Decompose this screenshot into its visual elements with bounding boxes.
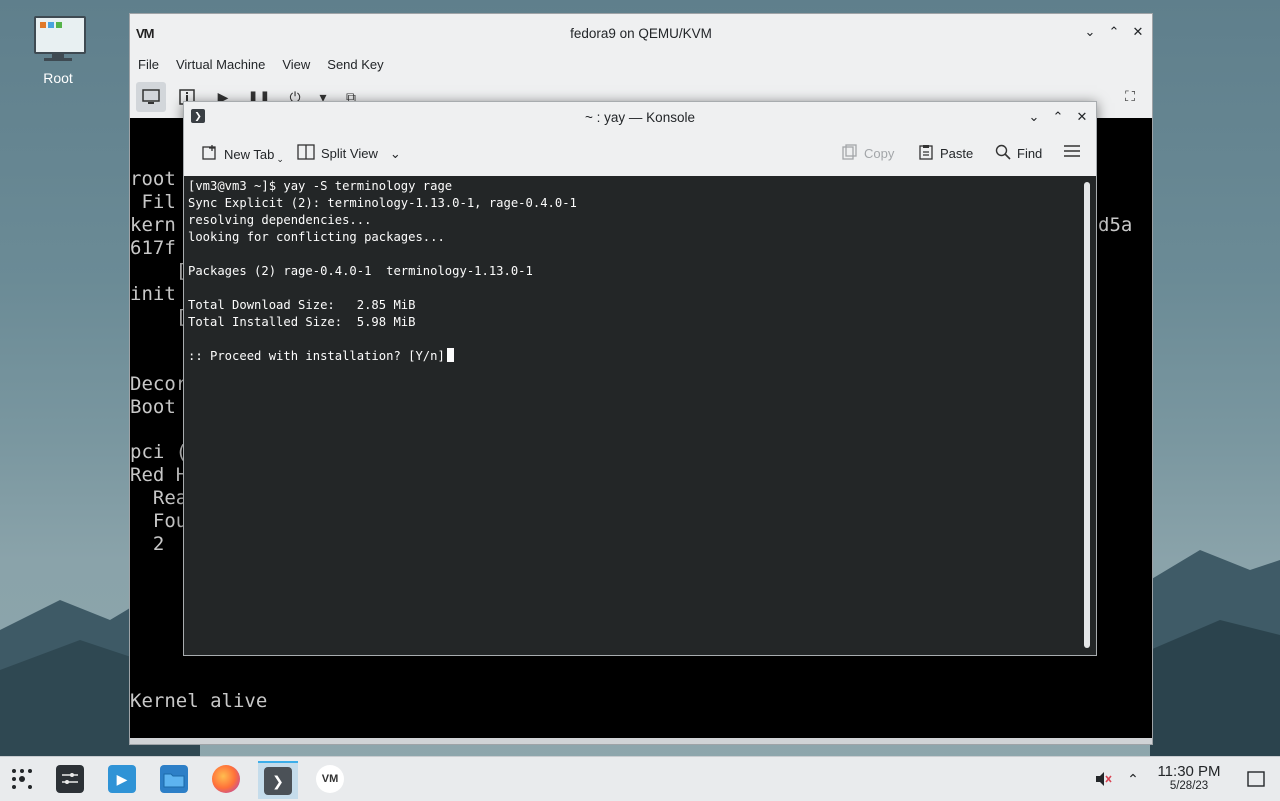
console-line: kern <box>130 214 176 236</box>
menu-view[interactable]: View <box>282 57 310 72</box>
console-view-icon[interactable] <box>136 82 166 112</box>
console-line: pci ( <box>130 441 188 463</box>
close-icon[interactable]: ✕ <box>1074 109 1090 125</box>
terminal-line: looking for conflicting packages... <box>188 230 445 244</box>
find-button[interactable]: Find <box>995 144 1042 163</box>
split-view-button[interactable]: Split View ⌄ <box>297 144 401 163</box>
system-tray-expand[interactable]: ⌃ <box>1118 761 1148 797</box>
menu-virtual-machine[interactable]: Virtual Machine <box>176 57 265 72</box>
taskbar-virt-manager[interactable]: VM <box>310 761 350 797</box>
konsole-app-icon: ❯ <box>191 109 205 123</box>
terminal-prompt-text: :: Proceed with installation? [Y/n] <box>188 349 445 363</box>
vm-menubar: File Virtual Machine View Send Key <box>130 52 1152 76</box>
console-line: 2 <box>130 533 165 555</box>
console-line: root <box>130 168 176 190</box>
speaker-muted-icon <box>1096 772 1112 786</box>
vm-logo-icon: VM <box>136 26 154 41</box>
computer-icon <box>32 14 86 62</box>
console-line: [ <box>130 260 188 282</box>
copy-label: Copy <box>864 146 895 161</box>
desktop-icon-root[interactable]: Root <box>22 14 94 86</box>
volume-button[interactable] <box>1085 761 1121 797</box>
console-line: Red H <box>130 464 188 486</box>
firefox-icon <box>212 765 240 793</box>
find-label: Find <box>1017 146 1043 161</box>
vm-window-title: fedora9 on QEMU/KVM <box>570 25 712 41</box>
app-launcher-button[interactable] <box>2 761 42 797</box>
virt-manager-icon: VM <box>316 765 344 793</box>
taskbar-firefox[interactable] <box>206 761 246 797</box>
console-line: Decor <box>130 373 188 395</box>
console-line: Fil <box>130 191 176 213</box>
console-line: [ <box>130 306 188 328</box>
terminal-line: [vm3@vm3 ~]$ yay -S terminology rage <box>188 179 453 193</box>
clock-time: 11:30 PM <box>1157 763 1221 780</box>
taskbar-file-manager[interactable] <box>154 761 194 797</box>
konsole-window[interactable]: ❯ ~ : yay — Konsole ⌄ ⌃ ✕ New Tab ⌄ Spli… <box>183 101 1097 656</box>
konsole-icon: ❯ <box>264 767 292 795</box>
show-desktop-icon <box>1247 771 1265 787</box>
konsole-titlebar[interactable]: ❯ ~ : yay — Konsole ⌄ ⌃ ✕ <box>184 102 1096 132</box>
terminal-area[interactable]: [vm3@vm3 ~]$ yay -S terminology rage Syn… <box>184 176 1084 654</box>
app-launcher-icon <box>12 769 32 789</box>
discover-store-icon: ▶ <box>108 765 136 793</box>
clock-date: 5/28/23 <box>1169 780 1209 792</box>
new-tab-label: New Tab <box>224 147 275 162</box>
terminal-line: Total Installed Size: 5.98 MiB <box>188 315 416 329</box>
console-line: Fou <box>130 510 188 532</box>
terminal-line: resolving dependencies... <box>188 213 372 227</box>
menu-send-key[interactable]: Send Key <box>327 57 383 72</box>
show-desktop-button[interactable] <box>1238 761 1274 797</box>
copy-button[interactable]: Copy <box>842 144 894 163</box>
system-settings-icon <box>56 765 84 793</box>
menu-file[interactable]: File <box>138 57 159 72</box>
paste-icon <box>918 144 934 163</box>
console-line: Boot <box>130 396 176 418</box>
vm-statusbar <box>130 738 1152 744</box>
search-icon <box>995 144 1011 163</box>
terminal-prompt-line: :: Proceed with installation? [Y/n] <box>188 348 454 365</box>
console-line: 617f <box>130 237 176 259</box>
konsole-title: ~ : yay — Konsole <box>585 109 695 125</box>
maximize-icon[interactable]: ⌃ <box>1050 109 1066 125</box>
maximize-icon[interactable]: ⌃ <box>1106 24 1122 40</box>
chevron-down-icon[interactable]: ⌄ <box>390 146 401 162</box>
folder-icon <box>160 765 188 793</box>
copy-icon <box>842 144 858 163</box>
vm-titlebar[interactable]: VM fedora9 on QEMU/KVM ⌄ ⌃ ✕ <box>130 14 1152 52</box>
taskbar-discover[interactable]: ▶ <box>102 761 142 797</box>
console-line-right: d5a <box>1098 214 1133 236</box>
terminal-line: Total Download Size: 2.85 MiB <box>188 298 416 312</box>
hamburger-menu-icon[interactable] <box>1063 144 1081 158</box>
terminal-line: Sync Explicit (2): terminology-1.13.0-1,… <box>188 196 577 210</box>
paste-label: Paste <box>940 146 974 161</box>
new-tab-button[interactable]: New Tab ⌄ <box>202 144 284 165</box>
paste-button[interactable]: Paste <box>918 144 973 163</box>
new-tab-icon <box>202 145 218 164</box>
taskbar: ▶ ❯ VM ⌃ 11:30 PM 5/28/23 <box>0 756 1280 801</box>
konsole-toolbar: New Tab ⌄ Split View ⌄ Copy Paste Find <box>184 132 1096 176</box>
terminal-cursor <box>446 348 454 362</box>
split-view-icon <box>297 144 315 163</box>
minimize-icon[interactable]: ⌄ <box>1026 109 1042 125</box>
taskbar-konsole[interactable]: ❯ <box>258 761 298 799</box>
console-line: init <box>130 283 176 305</box>
close-icon[interactable]: ✕ <box>1130 24 1146 40</box>
clock[interactable]: 11:30 PM 5/28/23 <box>1150 763 1228 792</box>
taskbar-system-settings[interactable] <box>50 761 90 797</box>
minimize-icon[interactable]: ⌄ <box>1082 24 1098 40</box>
desktop-icon-label: Root <box>43 70 73 86</box>
terminal-scrollbar[interactable] <box>1084 182 1090 648</box>
chevron-down-icon: ⌄ <box>276 154 284 164</box>
console-line: Rea <box>130 487 188 509</box>
terminal-line: Packages (2) rage-0.4.0-1 terminology-1.… <box>188 264 533 278</box>
split-view-label: Split View <box>321 146 378 161</box>
fullscreen-icon[interactable]: ⛶ <box>1118 84 1142 108</box>
console-kernel-alive: Kernel alive <box>130 690 268 712</box>
chevron-up-icon: ⌃ <box>1127 770 1139 787</box>
